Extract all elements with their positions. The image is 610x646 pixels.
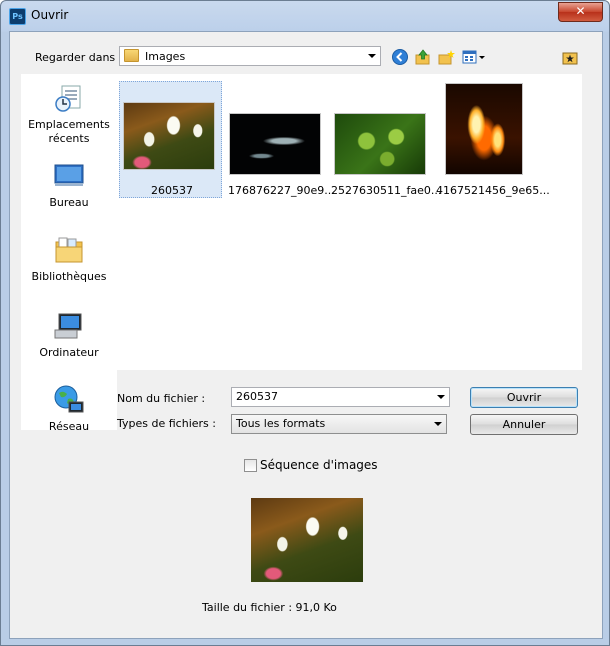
place-label: Ordinateur — [39, 346, 99, 359]
place-network[interactable]: Réseau — [21, 384, 117, 434]
image-sequence-checkbox[interactable] — [244, 459, 257, 472]
file-name: 260537 — [151, 184, 193, 197]
place-label: Réseau — [48, 420, 90, 433]
place-libraries[interactable]: Bibliothèques — [21, 234, 117, 284]
filename-value: 260537 — [236, 390, 278, 403]
chevron-down-icon[interactable] — [437, 395, 445, 399]
file-name: 4167521456_9e65... — [436, 184, 550, 197]
look-in-value: Images — [145, 50, 186, 63]
photoshop-app-icon: Ps — [9, 8, 26, 25]
view-menu-icon[interactable] — [461, 48, 487, 66]
look-in-label: Regarder dans : — [35, 51, 123, 64]
dialog-client-area: Regarder dans : Images Emplacements réce… — [9, 31, 603, 639]
place-desktop[interactable]: Bureau — [21, 160, 117, 210]
up-folder-icon[interactable] — [414, 48, 432, 66]
chevron-down-icon — [434, 422, 442, 426]
look-in-dropdown[interactable]: Images — [119, 46, 381, 66]
file-thumbnail — [229, 113, 321, 175]
file-thumbnail — [334, 113, 426, 175]
title-bar[interactable]: Ps Ouvrir ✕ — [1, 1, 609, 29]
filetype-label: Types de fichiers : — [117, 417, 216, 430]
chevron-down-icon — [368, 54, 376, 58]
favorite-folder-icon[interactable] — [561, 48, 579, 66]
place-label: Bureau — [49, 196, 89, 209]
network-icon — [54, 385, 84, 413]
cancel-button[interactable]: Annuler — [470, 414, 578, 435]
place-recent-locations[interactable]: Emplacements récents — [21, 82, 117, 146]
file-name: 2527630511_fae0... — [331, 184, 442, 197]
libraries-icon — [55, 237, 83, 263]
computer-icon — [54, 313, 82, 339]
image-preview — [251, 498, 363, 582]
open-dialog-window: Ps Ouvrir ✕ Regarder dans : Images Empla… — [0, 0, 610, 646]
recent-places-icon — [55, 85, 81, 112]
open-button[interactable]: Ouvrir — [470, 387, 578, 408]
new-folder-icon[interactable] — [437, 48, 455, 66]
filename-input[interactable]: 260537 — [231, 387, 450, 407]
place-label: Emplacements récents — [28, 118, 110, 145]
filename-label: Nom du fichier : — [117, 392, 206, 405]
place-computer[interactable]: Ordinateur — [21, 310, 117, 360]
place-label: Bibliothèques — [31, 270, 107, 283]
file-thumbnail — [123, 102, 215, 170]
places-bar: Emplacements récents Bureau Bibliothèque… — [21, 74, 117, 433]
file-thumbnail — [445, 83, 523, 175]
desktop-icon — [54, 164, 84, 186]
back-icon[interactable] — [391, 48, 409, 66]
close-button[interactable]: ✕ — [558, 2, 603, 22]
image-sequence-label[interactable]: Séquence d'images — [260, 458, 378, 472]
folder-icon — [124, 49, 139, 62]
file-name: 176876227_90e9... — [228, 184, 335, 197]
file-list: 260537 176876227_90e9... 2527630511_fae0… — [114, 74, 582, 370]
window-title: Ouvrir — [31, 8, 69, 22]
file-size-text: Taille du fichier : 91,0 Ko — [202, 601, 337, 614]
filetype-dropdown[interactable]: Tous les formats — [231, 414, 447, 434]
filetype-value: Tous les formats — [236, 417, 326, 430]
